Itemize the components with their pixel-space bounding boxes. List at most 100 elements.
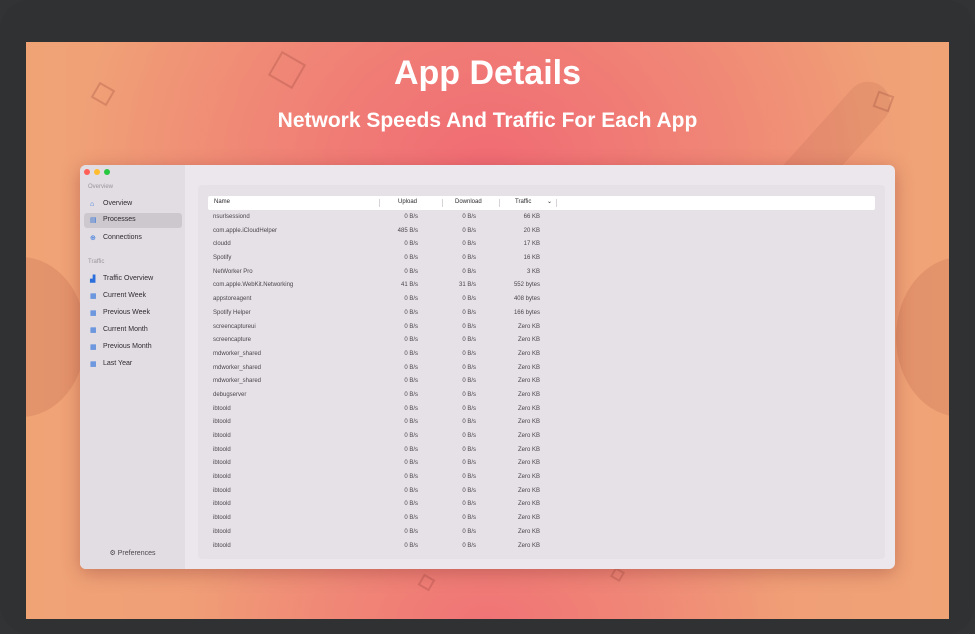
sidebar-item-traffic-overview[interactable]: ▟ Traffic Overview [84, 272, 182, 287]
upload-speed: 0 B/s [404, 337, 418, 344]
table-row[interactable]: mdworker_shared 0 B/s 0 B/s Zero KB [208, 362, 875, 376]
table-row[interactable]: mdworker_shared 0 B/s 0 B/s Zero KB [208, 348, 875, 362]
table-row[interactable]: ibtoold 0 B/s 0 B/s Zero KB [208, 430, 875, 444]
upload-speed: 485 B/s [397, 227, 418, 234]
download-speed: 0 B/s [462, 241, 476, 248]
preferences-button[interactable]: ⚙ Preferences [80, 549, 185, 557]
table-row[interactable]: appstoreagent 0 B/s 0 B/s 408 bytes [208, 293, 875, 307]
download-speed: 0 B/s [462, 268, 476, 275]
table-row[interactable]: NetWorker Pro 0 B/s 0 B/s 3 KB [208, 266, 875, 280]
table-row[interactable]: screencaptureui 0 B/s 0 B/s Zero KB [208, 321, 875, 335]
upload-speed: 0 B/s [404, 446, 418, 453]
traffic-total: 3 KB [526, 268, 540, 275]
download-speed: 0 B/s [462, 405, 476, 412]
process-name: Spotify Helper [213, 309, 251, 316]
upload-speed: 0 B/s [404, 474, 418, 481]
sidebar-item-current-week[interactable]: ▦ Current Week [84, 289, 182, 304]
traffic-total: Zero KB [517, 446, 540, 453]
traffic-total: Zero KB [517, 460, 540, 467]
column-header-traffic[interactable]: Traffic [515, 199, 531, 205]
column-header-download[interactable]: Download [455, 199, 482, 205]
table-row[interactable]: ibtoold 0 B/s 0 B/s Zero KB [208, 444, 875, 458]
download-speed: 0 B/s [462, 474, 476, 481]
list-icon: ▤ [90, 217, 97, 224]
sidebar: Overview ⌂ Overview ▤ Processes ⊕ Connec… [80, 165, 185, 569]
table-row[interactable]: debugserver 0 B/s 0 B/s Zero KB [208, 389, 875, 403]
process-name: screencapture [213, 337, 252, 344]
download-speed: 0 B/s [462, 350, 476, 357]
sort-chevron-icon[interactable]: ⌄ [547, 198, 552, 205]
process-name: ibtoold [213, 460, 231, 467]
minimize-window-button[interactable] [94, 169, 100, 175]
calendar-icon: ▦ [90, 361, 97, 368]
table-row[interactable]: ibtoold 0 B/s 0 B/s Zero KB [208, 457, 875, 471]
table-row[interactable]: com.apple.iCloudHelper 485 B/s 0 B/s 20 KB [208, 225, 875, 239]
table-row[interactable]: ibtoold 0 B/s 0 B/s Zero KB [208, 526, 875, 540]
table-row[interactable]: mdworker_shared 0 B/s 0 B/s Zero KB [208, 375, 875, 389]
table-row[interactable]: ibtoold 0 B/s 0 B/s Zero KB [208, 471, 875, 485]
device-frame: App Details Network Speeds And Traffic F… [0, 0, 975, 634]
zoom-window-button[interactable] [104, 169, 110, 175]
traffic-total: Zero KB [517, 474, 540, 481]
process-name: ibtoold [213, 405, 231, 412]
column-header-name[interactable]: Name [214, 199, 230, 205]
upload-speed: 0 B/s [404, 542, 418, 549]
sidebar-item-connections[interactable]: ⊕ Connections [84, 231, 182, 246]
table-row[interactable]: ibtoold 0 B/s 0 B/s Zero KB [208, 498, 875, 512]
traffic-total: 17 KB [523, 241, 540, 248]
process-name: debugserver [213, 391, 247, 398]
close-window-button[interactable] [84, 169, 90, 175]
table-row[interactable]: ibtoold 0 B/s 0 B/s Zero KB [208, 403, 875, 417]
sidebar-item-processes[interactable]: ▤ Processes [84, 213, 182, 228]
table-row[interactable]: screencapture 0 B/s 0 B/s Zero KB [208, 334, 875, 348]
upload-speed: 0 B/s [404, 391, 418, 398]
download-speed: 0 B/s [462, 528, 476, 535]
upload-speed: 0 B/s [404, 378, 418, 385]
table-row[interactable]: nsurlsessiond 0 B/s 0 B/s 66 KB [208, 211, 875, 225]
download-speed: 0 B/s [462, 419, 476, 426]
house-icon: ⌂ [90, 201, 95, 208]
upload-speed: 0 B/s [404, 501, 418, 508]
upload-speed: 0 B/s [404, 419, 418, 426]
table-row[interactable]: ibtoold 0 B/s 0 B/s Zero KB [208, 512, 875, 526]
table-row[interactable]: cloudd 0 B/s 0 B/s 17 KB [208, 238, 875, 252]
sidebar-item-last-year[interactable]: ▦ Last Year [84, 357, 182, 372]
table-row[interactable]: ibtoold 0 B/s 0 B/s Zero KB [208, 540, 875, 550]
table-row[interactable]: Spotify 0 B/s 0 B/s 16 KB [208, 252, 875, 266]
table-row[interactable]: ibtoold 0 B/s 0 B/s Zero KB [208, 416, 875, 430]
sidebar-item-label: Processes [103, 216, 136, 223]
download-speed: 0 B/s [462, 309, 476, 316]
traffic-total: Zero KB [517, 323, 540, 330]
traffic-total: Zero KB [517, 515, 540, 522]
download-speed: 0 B/s [462, 255, 476, 262]
sidebar-item-overview[interactable]: ⌂ Overview [84, 197, 182, 212]
download-speed: 0 B/s [462, 378, 476, 385]
sidebar-item-current-month[interactable]: ▦ Current Month [84, 323, 182, 338]
traffic-total: 66 KB [523, 214, 540, 220]
sidebar-item-label: Previous Week [103, 309, 150, 316]
sidebar-item-previous-month[interactable]: ▦ Previous Month [84, 340, 182, 355]
column-header-upload[interactable]: Upload [398, 199, 417, 205]
upload-speed: 0 B/s [404, 309, 418, 316]
table-row[interactable]: Spotify Helper 0 B/s 0 B/s 166 bytes [208, 307, 875, 321]
column-separator [442, 199, 443, 207]
traffic-total: Zero KB [517, 350, 540, 357]
download-speed: 0 B/s [462, 214, 476, 220]
upload-speed: 0 B/s [404, 405, 418, 412]
upload-speed: 0 B/s [404, 268, 418, 275]
sidebar-item-label: Traffic Overview [103, 275, 154, 282]
upload-speed: 0 B/s [404, 433, 418, 439]
sidebar-item-previous-week[interactable]: ▦ Previous Week [84, 306, 182, 321]
table-row[interactable]: ibtoold 0 B/s 0 B/s Zero KB [208, 485, 875, 499]
table-row[interactable]: com.apple.WebKit.Networking 41 B/s 31 B/s 5… [208, 279, 875, 293]
download-speed: 31 B/s [458, 282, 476, 289]
process-name: NetWorker Pro [213, 268, 253, 275]
process-name: ibtoold [213, 487, 231, 494]
decor-square [417, 573, 436, 592]
traffic-total: Zero KB [517, 433, 540, 439]
sidebar-item-label: Overview [103, 200, 133, 207]
download-speed: 0 B/s [462, 433, 476, 439]
process-name: cloudd [213, 241, 231, 248]
upload-speed: 0 B/s [404, 323, 418, 330]
process-name: ibtoold [213, 542, 231, 549]
